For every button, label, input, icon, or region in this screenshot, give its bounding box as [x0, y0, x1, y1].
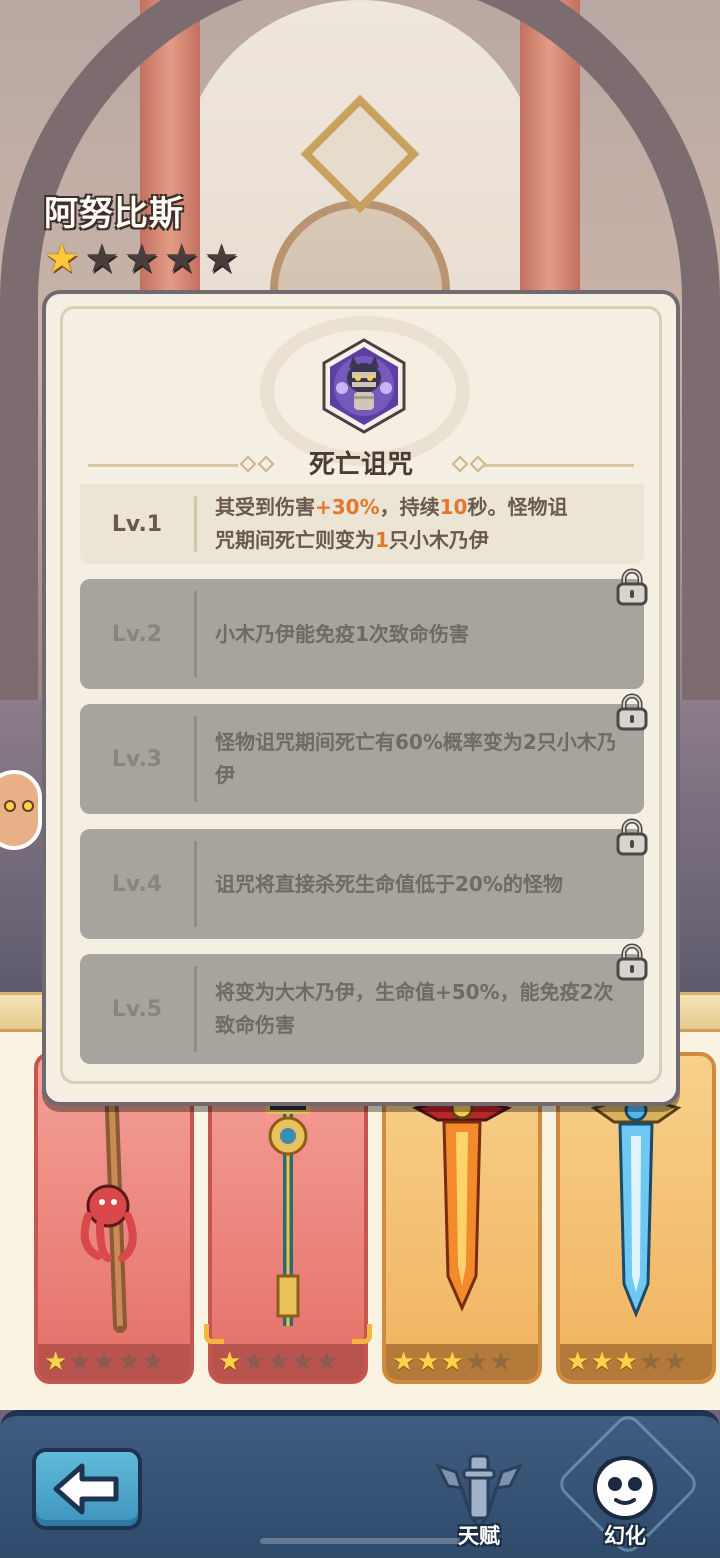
tab-transform[interactable]: 幻化 — [570, 1430, 680, 1558]
arrow-left-icon — [53, 1463, 119, 1515]
tab-transform-label: 幻化 — [604, 1524, 646, 1548]
avatar-eye — [4, 800, 16, 812]
lock-icon — [616, 693, 648, 731]
star-icon: ★ — [315, 1347, 339, 1377]
desc-highlight: +30% — [315, 495, 380, 519]
star-icon: ★ — [44, 236, 80, 282]
weapon-star-rating: ★ ★ ★ ★ ★ — [386, 1344, 538, 1380]
skill-level-row-4: Lv.4 诅咒将直接杀死生命值低于20%的怪物 — [80, 818, 648, 939]
level-label: Lv.5 — [111, 996, 163, 1022]
star-icon: ★ — [83, 236, 120, 282]
star-icon: ★ — [566, 1347, 590, 1377]
star-icon: ★ — [116, 1347, 141, 1377]
level-description: 小木乃伊能免疫1次致命伤害 — [215, 621, 469, 646]
weapon-star-rating: ★ ★ ★ ★ ★ — [38, 1344, 190, 1380]
desc-text: 只小木乃伊 — [388, 528, 489, 552]
star-icon: ★ — [590, 1347, 614, 1377]
hero-star-rating: ★ ★ ★ ★ ★ — [44, 238, 239, 280]
star-icon: ★ — [123, 236, 160, 282]
level-label: Lv.2 — [111, 621, 163, 647]
star-icon: ★ — [290, 1347, 315, 1377]
level-description: 将变为大木乃伊，生命值+50%，能免疫2次致命伤害 — [215, 980, 614, 1037]
lock-icon — [616, 568, 648, 606]
desc-text: ，持续 — [379, 495, 440, 519]
star-icon: ★ — [68, 1347, 92, 1377]
desc-text: 咒期间死亡则变为 — [215, 528, 375, 552]
skill-detail-modal: 死亡诅咒 Lv.1 其受到伤害+30%，持续10秒。怪物诅 咒期间死亡则变为1只… — [42, 290, 680, 1106]
skill-level-list: Lv.1 其受到伤害+30%，持续10秒。怪物诅 咒期间死亡则变为1只小木乃伊 … — [80, 484, 648, 1079]
lock-icon — [616, 818, 648, 856]
star-icon: ★ — [44, 1347, 68, 1377]
star-icon: ★ — [464, 1347, 489, 1377]
level-description: 其受到伤害+30%，持续10秒。怪物诅 咒期间死亡则变为1只小木乃伊 — [197, 491, 644, 557]
star-icon: ★ — [392, 1347, 416, 1377]
hero-name: 阿努比斯 — [44, 194, 184, 234]
level-label: Lv.3 — [111, 746, 163, 772]
star-icon: ★ — [266, 1347, 290, 1377]
skill-level-row-1: Lv.1 其受到伤害+30%，持续10秒。怪物诅 咒期间死亡则变为1只小木乃伊 — [80, 484, 644, 564]
level-label: Lv.4 — [111, 871, 163, 897]
star-icon: ★ — [203, 236, 240, 282]
star-icon: ★ — [440, 1347, 464, 1377]
star-icon: ★ — [218, 1347, 242, 1377]
skill-level-row-5: Lv.5 将变为大木乃伊，生命值+50%，能免疫2次致命伤害 — [80, 943, 648, 1064]
star-icon: ★ — [163, 236, 200, 282]
level-description: 诅咒将直接杀死生命值低于20%的怪物 — [215, 871, 563, 896]
level-description: 怪物诅咒期间死亡有60%概率变为2只小木乃伊 — [215, 730, 617, 787]
star-icon: ★ — [638, 1347, 663, 1377]
avatar-eye — [22, 800, 34, 812]
star-icon: ★ — [141, 1347, 165, 1377]
star-icon: ★ — [242, 1347, 266, 1377]
star-icon: ★ — [92, 1347, 116, 1377]
star-icon: ★ — [489, 1347, 513, 1377]
level-label: Lv.1 — [111, 511, 163, 537]
star-icon: ★ — [416, 1347, 440, 1377]
desc-highlight: 10 — [439, 495, 468, 519]
home-indicator — [260, 1538, 460, 1544]
title-divider-right — [484, 464, 634, 467]
selection-corner — [352, 1324, 372, 1344]
tab-talent-label: 天赋 — [458, 1524, 500, 1548]
lock-icon — [616, 943, 648, 981]
skill-title: 死亡诅咒 — [308, 450, 413, 480]
skill-level-row-2: Lv.2 小木乃伊能免疫1次致命伤害 — [80, 568, 648, 689]
weapon-star-rating: ★ ★ ★ ★ ★ — [212, 1344, 364, 1380]
back-button[interactable] — [32, 1448, 142, 1530]
desc-highlight: 1 — [375, 528, 389, 552]
side-character-avatar[interactable] — [0, 770, 42, 850]
selection-corner — [204, 1324, 224, 1344]
star-icon: ★ — [663, 1347, 687, 1377]
mummy-skill-icon — [322, 338, 406, 434]
desc-text: 秒。怪物诅 — [467, 495, 568, 519]
star-icon: ★ — [614, 1347, 638, 1377]
skill-level-row-3: Lv.3 怪物诅咒期间死亡有60%概率变为2只小木乃伊 — [80, 693, 648, 814]
desc-text: 其受到伤害 — [215, 495, 315, 519]
bottom-navigation-bar: 天赋 幻化 — [0, 1410, 720, 1558]
weapon-star-rating: ★ ★ ★ ★ ★ — [560, 1344, 712, 1380]
